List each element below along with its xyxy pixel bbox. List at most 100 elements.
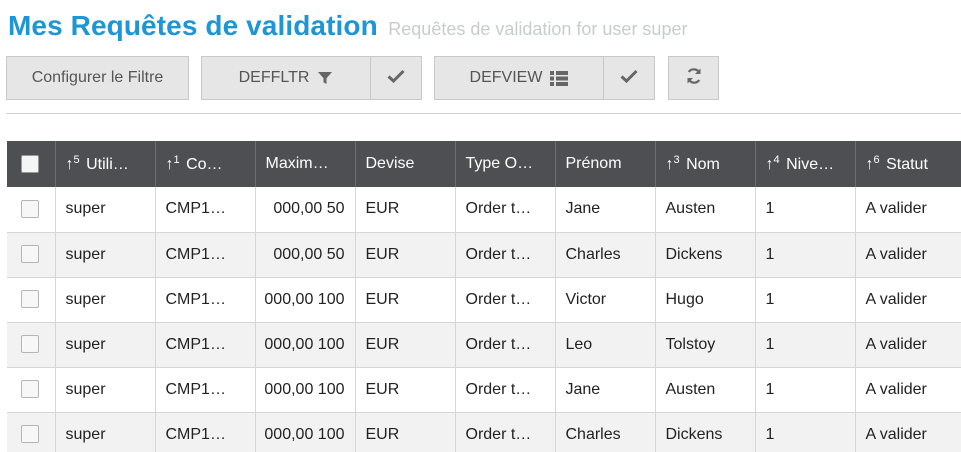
cell-max: 50 000,00 <box>255 232 356 278</box>
cell-type: Order t… <box>455 277 556 323</box>
refresh-button[interactable] <box>668 56 719 100</box>
cell-last: Austen <box>655 367 756 413</box>
configure-filter-label: Configurer le Filtre <box>31 69 164 86</box>
cell-level: 1 <box>755 322 856 368</box>
cell-status: A valider <box>855 367 961 413</box>
apply-view-button[interactable] <box>603 56 655 100</box>
toolbar-divider <box>6 113 961 114</box>
row-select-cell <box>7 187 56 233</box>
cell-code: CMP1… <box>155 322 256 368</box>
column-header[interactable]: ↑6 Statut <box>855 141 961 187</box>
cell-max: 100 000,00 <box>255 367 356 413</box>
sort-order: 3 <box>673 154 680 166</box>
sort-order: 4 <box>773 154 780 166</box>
view-label: DEFVIEW <box>469 69 543 86</box>
cell-last: Dickens <box>655 412 756 452</box>
cell-last: Austen <box>655 187 756 233</box>
column-header[interactable]: Maxim… <box>255 141 356 187</box>
row-select-cell <box>7 277 56 323</box>
row-checkbox[interactable] <box>21 290 39 309</box>
column-label: Type O… <box>465 155 534 172</box>
column-label: Nive… <box>786 156 835 173</box>
row-select-cell <box>7 412 56 452</box>
row-checkbox[interactable] <box>21 245 39 264</box>
table-header-row: ↑5 Utili… ↑1 Co… Maxim… Devise Type O… Prénom… <box>7 141 961 187</box>
column-header[interactable]: ↑5 Utili… <box>55 141 156 187</box>
configure-filter-button[interactable]: Configurer le Filtre <box>6 56 189 100</box>
row-select-cell <box>7 367 56 413</box>
cell-first: Jane <box>555 367 656 413</box>
cell-currency: EUR <box>355 187 456 233</box>
sort-order: 1 <box>173 154 180 166</box>
cell-first: Charles <box>555 412 656 452</box>
sort-arrow-icon: ↑ <box>165 156 174 173</box>
column-header[interactable]: ↑1 Co… <box>155 141 256 187</box>
column-header[interactable]: ↑4 Nive… <box>755 141 856 187</box>
page-title: Mes Requêtes de validation <box>8 10 378 41</box>
cell-level: 1 <box>755 232 856 278</box>
cell-last: Tolstoy <box>655 322 756 368</box>
row-select-cell <box>7 232 56 278</box>
cell-type: Order t… <box>455 412 556 452</box>
cell-first: Jane <box>555 187 656 233</box>
cell-code: CMP1… <box>155 187 256 233</box>
cell-level: 1 <box>755 412 856 452</box>
cell-type: Order t… <box>455 232 556 278</box>
select-all-cell <box>7 141 56 187</box>
cell-type: Order t… <box>455 322 556 368</box>
column-header[interactable]: Type O… <box>455 141 556 187</box>
row-checkbox[interactable] <box>21 425 39 444</box>
list-icon <box>550 70 569 86</box>
cell-type: Order t… <box>455 367 556 413</box>
view-select-button[interactable]: DEFVIEW <box>434 56 604 100</box>
sort-arrow-icon: ↑ <box>65 156 74 173</box>
table-row[interactable]: super CMP1… 100 000,00 EUR Order t… Charles Di… <box>7 412 961 452</box>
page-header: Mes Requêtes de validation Requêtes de v… <box>8 10 687 42</box>
cell-level: 1 <box>755 367 856 413</box>
refresh-icon <box>685 67 703 90</box>
cell-user: super <box>55 187 156 233</box>
column-label: Maxim… <box>265 155 329 172</box>
cell-currency: EUR <box>355 232 456 278</box>
row-checkbox[interactable] <box>21 380 39 399</box>
column-label: Prénom <box>565 155 622 172</box>
cell-code: CMP1… <box>155 277 256 323</box>
select-all-checkbox[interactable] <box>21 154 39 173</box>
cell-type: Order t… <box>455 187 556 233</box>
check-icon <box>387 69 405 88</box>
table-row[interactable]: super CMP1… 100 000,00 EUR Order t… Victor Hug… <box>7 277 961 323</box>
table-row[interactable]: super CMP1… 50 000,00 EUR Order t… Charles Dic… <box>7 232 961 278</box>
row-checkbox[interactable] <box>21 200 39 219</box>
cell-status: A valider <box>855 412 961 452</box>
apply-filter-button[interactable] <box>370 56 422 100</box>
cell-user: super <box>55 277 156 323</box>
row-checkbox[interactable] <box>21 335 39 354</box>
table-row[interactable]: super CMP1… 100 000,00 EUR Order t… Leo Tolsto… <box>7 322 961 368</box>
cell-user: super <box>55 367 156 413</box>
cell-status: A valider <box>855 277 961 323</box>
column-label: Statut <box>886 156 928 173</box>
cell-max: 100 000,00 <box>255 412 356 452</box>
table-row[interactable]: super CMP1… 50 000,00 EUR Order t… Jane Austen… <box>7 187 961 233</box>
column-label: Utili… <box>86 156 129 173</box>
filter-select-button[interactable]: DEFFLTR <box>201 56 371 100</box>
cell-level: 1 <box>755 187 856 233</box>
cell-currency: EUR <box>355 322 456 368</box>
column-header[interactable]: Prénom <box>555 141 656 187</box>
cell-currency: EUR <box>355 412 456 452</box>
cell-user: super <box>55 322 156 368</box>
cell-last: Hugo <box>655 277 756 323</box>
cell-first: Leo <box>555 322 656 368</box>
cell-level: 1 <box>755 277 856 323</box>
cell-code: CMP1… <box>155 412 256 452</box>
cell-last: Dickens <box>655 232 756 278</box>
cell-user: super <box>55 412 156 452</box>
table-row[interactable]: super CMP1… 100 000,00 EUR Order t… Jane Auste… <box>7 367 961 413</box>
cell-code: CMP1… <box>155 367 256 413</box>
column-header[interactable]: Devise <box>355 141 456 187</box>
column-header[interactable]: ↑3 Nom <box>655 141 756 187</box>
cell-max: 100 000,00 <box>255 322 356 368</box>
cell-first: Charles <box>555 232 656 278</box>
cell-status: A valider <box>855 322 961 368</box>
check-icon <box>620 69 638 88</box>
